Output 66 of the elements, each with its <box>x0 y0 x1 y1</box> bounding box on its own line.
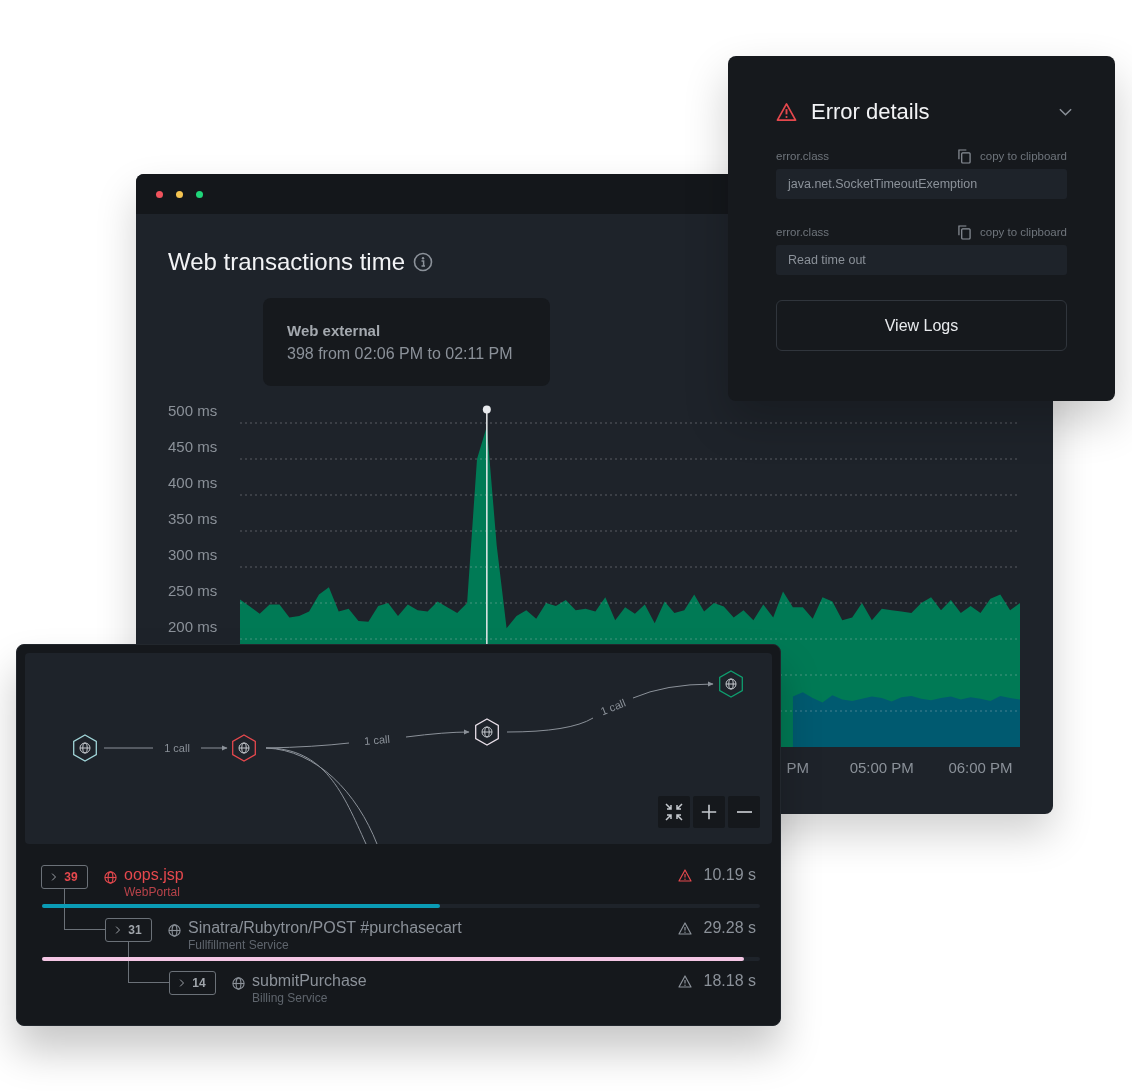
expand-toggle[interactable]: 39 <box>41 865 88 889</box>
duration: 29.28 s <box>703 919 756 937</box>
chevron-right-icon <box>179 978 186 988</box>
minus-icon <box>736 811 752 813</box>
minimize-dot-icon[interactable] <box>176 190 183 198</box>
transaction-name[interactable]: Sinatra/Rubytron/POST #purchasecart <box>188 919 462 937</box>
copy-icon <box>958 148 972 164</box>
tooltip-text: 398 from 02:06 PM to 02:11 PM <box>287 345 514 363</box>
y-axis-label: 200 ms <box>168 618 218 635</box>
field-label: error.class <box>776 226 830 238</box>
chevron-right-icon <box>51 872 58 882</box>
close-dot-icon[interactable] <box>156 190 163 198</box>
x-axis-label: 06:00 PM <box>948 759 1013 776</box>
globe-icon <box>79 742 91 754</box>
warning-icon <box>776 102 797 122</box>
transaction-name[interactable]: submitPurchase <box>252 972 367 990</box>
maximize-dot-icon[interactable] <box>196 190 203 198</box>
edge-label: 1 call <box>363 732 391 748</box>
x-axis-label: 05:00 PM <box>849 759 914 776</box>
duration: 18.18 s <box>703 972 756 990</box>
zoom-out-button[interactable] <box>728 796 760 828</box>
expand-toggle[interactable]: 14 <box>169 971 216 995</box>
y-axis-label: 350 ms <box>168 510 218 527</box>
edge-label: 1 call <box>598 696 628 718</box>
globe-icon <box>104 871 117 884</box>
globe-icon <box>238 742 250 754</box>
y-axis-label: 400 ms <box>168 474 218 491</box>
service-name: WebPortal <box>124 884 180 900</box>
fit-view-button[interactable] <box>658 796 690 828</box>
field-label: error.class <box>776 150 830 162</box>
warning-icon <box>677 922 692 935</box>
view-logs-button[interactable]: View Logs <box>776 300 1067 351</box>
globe-icon <box>725 678 737 690</box>
panel-title: Error details <box>811 99 931 125</box>
expand-toggle[interactable]: 31 <box>105 918 152 942</box>
edge-label: 1 call <box>164 742 190 754</box>
service-node[interactable] <box>232 734 256 762</box>
warning-icon <box>677 975 692 988</box>
chevron-right-icon <box>115 925 122 935</box>
field-value: java.net.SocketTimeoutExemption <box>776 169 1067 199</box>
copy-link[interactable]: copy to clipboard <box>958 224 1067 240</box>
service-name: Fullfillment Service <box>188 937 289 953</box>
chevron-icon[interactable] <box>1058 107 1073 117</box>
duration: 10.19 s <box>703 866 756 884</box>
info-icon[interactable] <box>413 252 433 272</box>
y-axis-label: 500 ms <box>168 402 218 419</box>
copy-link[interactable]: copy to clipboard <box>958 148 1067 164</box>
y-axis-label: 250 ms <box>168 582 218 599</box>
service-node[interactable] <box>73 734 97 762</box>
globe-icon <box>481 726 493 738</box>
copy-icon <box>958 224 972 240</box>
chart-title: Web transactions time <box>168 248 405 276</box>
collapse-arrows-icon <box>664 802 684 822</box>
y-axis-label: 450 ms <box>168 438 218 455</box>
transaction-name[interactable]: oops.jsp <box>124 866 184 884</box>
globe-icon <box>168 924 181 937</box>
service-name: Billing Service <box>252 990 328 1006</box>
y-axis-label: 300 ms <box>168 546 218 563</box>
field-value: Read time out <box>776 245 1067 275</box>
service-node[interactable] <box>719 670 743 698</box>
globe-icon <box>232 977 245 990</box>
x-axis-label: PM <box>786 759 810 776</box>
plus-icon <box>700 803 718 821</box>
warning-icon <box>677 869 692 882</box>
tooltip-title: Web external <box>287 322 382 339</box>
zoom-in-button[interactable] <box>693 796 725 828</box>
